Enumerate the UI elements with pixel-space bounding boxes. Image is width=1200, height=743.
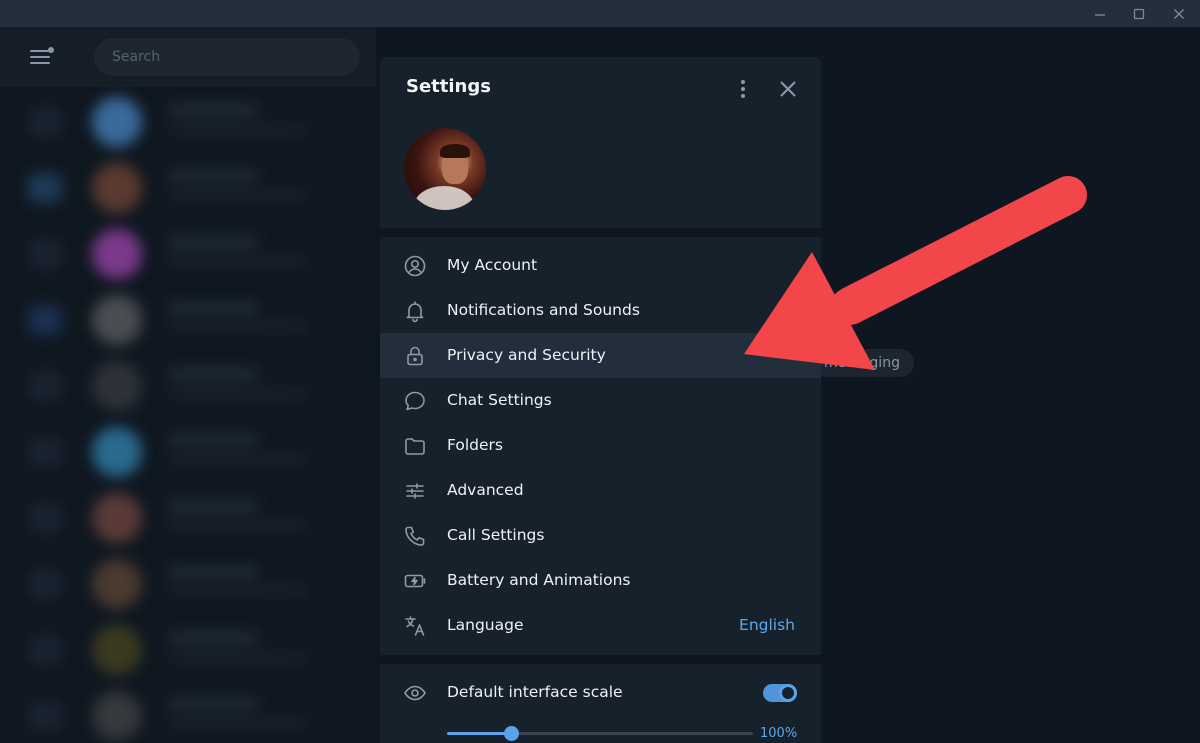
list-item[interactable]: [0, 421, 376, 487]
settings-item-battery[interactable]: Battery and Animations: [380, 558, 821, 603]
settings-item-advanced[interactable]: Advanced: [380, 468, 821, 513]
settings-menu: My Account Notifications and Sounds Priv…: [380, 243, 821, 648]
minimize-icon: [1095, 13, 1105, 16]
search-input[interactable]: Search: [94, 38, 360, 76]
sliders-icon: [403, 479, 427, 503]
settings-item-label: Privacy and Security: [447, 346, 606, 364]
interface-scale-slider[interactable]: [447, 726, 753, 741]
language-value: English: [739, 616, 795, 634]
section-divider: [380, 228, 821, 237]
sidebar-header: Search: [0, 27, 376, 87]
interface-scale-row[interactable]: Default interface scale: [380, 671, 821, 716]
settings-item-call-settings[interactable]: Call Settings: [380, 513, 821, 558]
settings-item-my-account[interactable]: My Account: [380, 243, 821, 288]
service-message-pill: messaging: [812, 349, 914, 377]
list-item[interactable]: [0, 355, 376, 421]
chat-sidebar: Search: [0, 27, 376, 743]
close-window-button[interactable]: [1159, 0, 1199, 27]
close-icon: [780, 81, 796, 97]
settings-item-privacy[interactable]: Privacy and Security: [380, 333, 821, 378]
interface-scale-label: Default interface scale: [447, 683, 623, 701]
page-title: Settings: [406, 76, 491, 97]
account-circle-icon: [403, 254, 427, 278]
settings-item-label: Language: [447, 616, 524, 634]
folder-icon: [403, 434, 427, 458]
battery-bolt-icon: [403, 569, 427, 593]
list-item[interactable]: [0, 223, 376, 289]
section-divider: [380, 655, 821, 664]
list-item[interactable]: [0, 289, 376, 355]
settings-item-label: Chat Settings: [447, 391, 552, 409]
list-item[interactable]: [0, 685, 376, 743]
eye-icon: [403, 681, 427, 705]
settings-item-notifications[interactable]: Notifications and Sounds: [380, 288, 821, 333]
list-item[interactable]: [0, 553, 376, 619]
chat-list-blurred: [0, 87, 376, 743]
settings-item-folders[interactable]: Folders: [380, 423, 821, 468]
close-icon: [1174, 8, 1184, 19]
window-titlebar: [0, 0, 1200, 27]
hamburger-menu-icon[interactable]: [22, 43, 62, 71]
lock-icon: [403, 344, 427, 368]
settings-item-label: My Account: [447, 256, 538, 274]
avatar[interactable]: [404, 128, 486, 210]
settings-item-label: Folders: [447, 436, 503, 454]
phone-icon: [403, 524, 427, 548]
list-item[interactable]: [0, 157, 376, 223]
scale-value-label: 100%: [760, 726, 798, 741]
list-item[interactable]: [0, 91, 376, 157]
maximize-button[interactable]: [1119, 0, 1159, 27]
close-settings-button[interactable]: [777, 78, 799, 100]
default-scale-toggle[interactable]: [763, 684, 797, 702]
settings-item-chat-settings[interactable]: Chat Settings: [380, 378, 821, 423]
settings-item-language[interactable]: Language English: [380, 603, 821, 648]
more-vertical-icon[interactable]: [732, 77, 754, 101]
settings-item-label: Battery and Animations: [447, 571, 631, 589]
chat-bubble-icon: [403, 389, 427, 413]
settings-item-label: Advanced: [447, 481, 524, 499]
list-item[interactable]: [0, 619, 376, 685]
minimize-button[interactable]: [1080, 0, 1120, 27]
translate-icon: [403, 614, 427, 638]
settings-item-label: Notifications and Sounds: [447, 301, 640, 319]
settings-item-label: Call Settings: [447, 526, 545, 544]
settings-modal: Settings My Account Notifications and So…: [380, 57, 821, 743]
bell-icon: [403, 299, 427, 323]
maximize-icon: [1133, 8, 1145, 19]
slider-thumb[interactable]: [504, 726, 520, 741]
list-item[interactable]: [0, 487, 376, 553]
